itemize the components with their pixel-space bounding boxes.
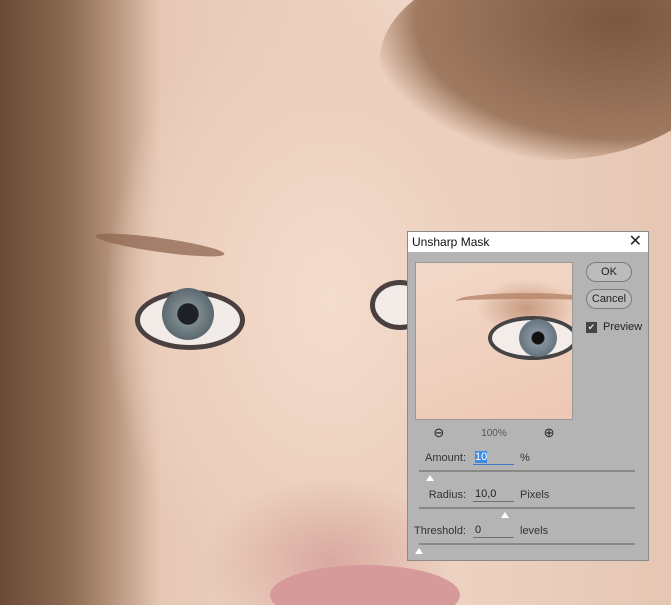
left-eyebrow	[94, 229, 226, 261]
zoom-level: 100%	[481, 427, 507, 439]
radius-label: Radius:	[428, 489, 466, 501]
threshold-label: Threshold:	[414, 525, 466, 537]
hair	[380, 0, 671, 160]
lips	[270, 565, 460, 605]
threshold-slider-track[interactable]	[419, 543, 635, 545]
preview-iris	[519, 319, 557, 357]
preview-label: Preview	[603, 321, 643, 333]
threshold-unit: levels	[520, 525, 549, 537]
dialog-titlebar[interactable]: Unsharp Mask ✕	[408, 232, 648, 252]
amount-slider-track[interactable]	[419, 470, 635, 472]
radius-input[interactable]: 10,0	[473, 488, 514, 502]
radius-unit: Pixels	[520, 489, 550, 501]
close-icon[interactable]: ✕	[629, 234, 642, 250]
amount-unit: %	[520, 452, 530, 464]
zoom-in-icon[interactable]: ⊕	[544, 425, 555, 441]
zoom-out-icon[interactable]: ⊖	[433, 425, 444, 441]
threshold-input[interactable]: 0	[473, 524, 514, 538]
preview-eyebrow	[456, 293, 572, 309]
preview-image[interactable]	[415, 262, 573, 420]
radius-slider-thumb[interactable]	[501, 512, 510, 518]
amount-value: 10	[475, 451, 488, 463]
left-iris	[162, 288, 214, 340]
threshold-slider-thumb[interactable]	[415, 548, 423, 554]
amount-label: Amount:	[425, 452, 466, 464]
ok-button[interactable]: OK	[586, 262, 632, 282]
amount-slider-thumb[interactable]	[425, 475, 434, 481]
cancel-button[interactable]: Cancel	[586, 289, 632, 309]
radius-slider-track[interactable]	[419, 507, 635, 509]
amount-input[interactable]: 10	[473, 451, 514, 465]
checkmark-icon[interactable]: ✔	[586, 321, 597, 333]
preview-checkbox[interactable]: ✔ Preview	[586, 321, 642, 333]
dialog-title: Unsharp Mask	[412, 235, 490, 249]
unsharp-mask-dialog: Unsharp Mask ✕ OK Cancel ✔ Preview ⊖ 100…	[407, 231, 649, 561]
